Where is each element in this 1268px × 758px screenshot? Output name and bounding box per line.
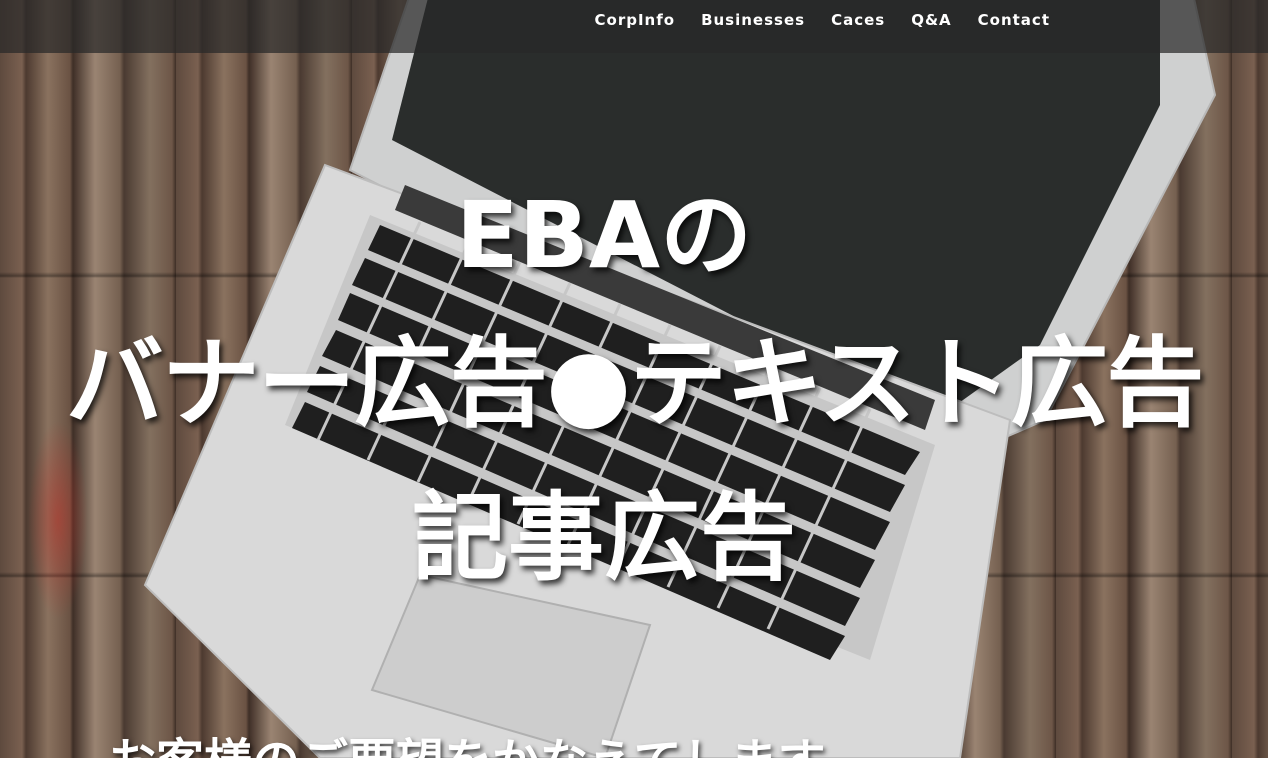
nav-item-qa[interactable]: Q&A (898, 11, 964, 29)
nav-item-caces[interactable]: Caces (818, 11, 898, 29)
nav-item-contact[interactable]: Contact (965, 11, 1063, 29)
nav-item-businesses[interactable]: Businesses (688, 11, 818, 29)
hero-title-line2: バナー広告●テキスト広告 (65, 327, 1205, 441)
page: CorpInfo Businesses Caces Q&A Contact EB… (0, 0, 1268, 758)
top-navbar: CorpInfo Businesses Caces Q&A Contact (0, 0, 1268, 53)
hero-subtitle: お客様のご要望をかなえてします (108, 738, 826, 758)
hero-section: EBAの バナー広告●テキスト広告 記事広告 お客様のご要望をかなえてします (0, 0, 1268, 758)
nav-item-corpinfo[interactable]: CorpInfo (582, 11, 689, 29)
nav-menu: CorpInfo Businesses Caces Q&A Contact (582, 0, 1063, 40)
hero-title-line1: EBAの (455, 182, 753, 289)
hero-title-line3: 記事広告 (412, 482, 796, 594)
